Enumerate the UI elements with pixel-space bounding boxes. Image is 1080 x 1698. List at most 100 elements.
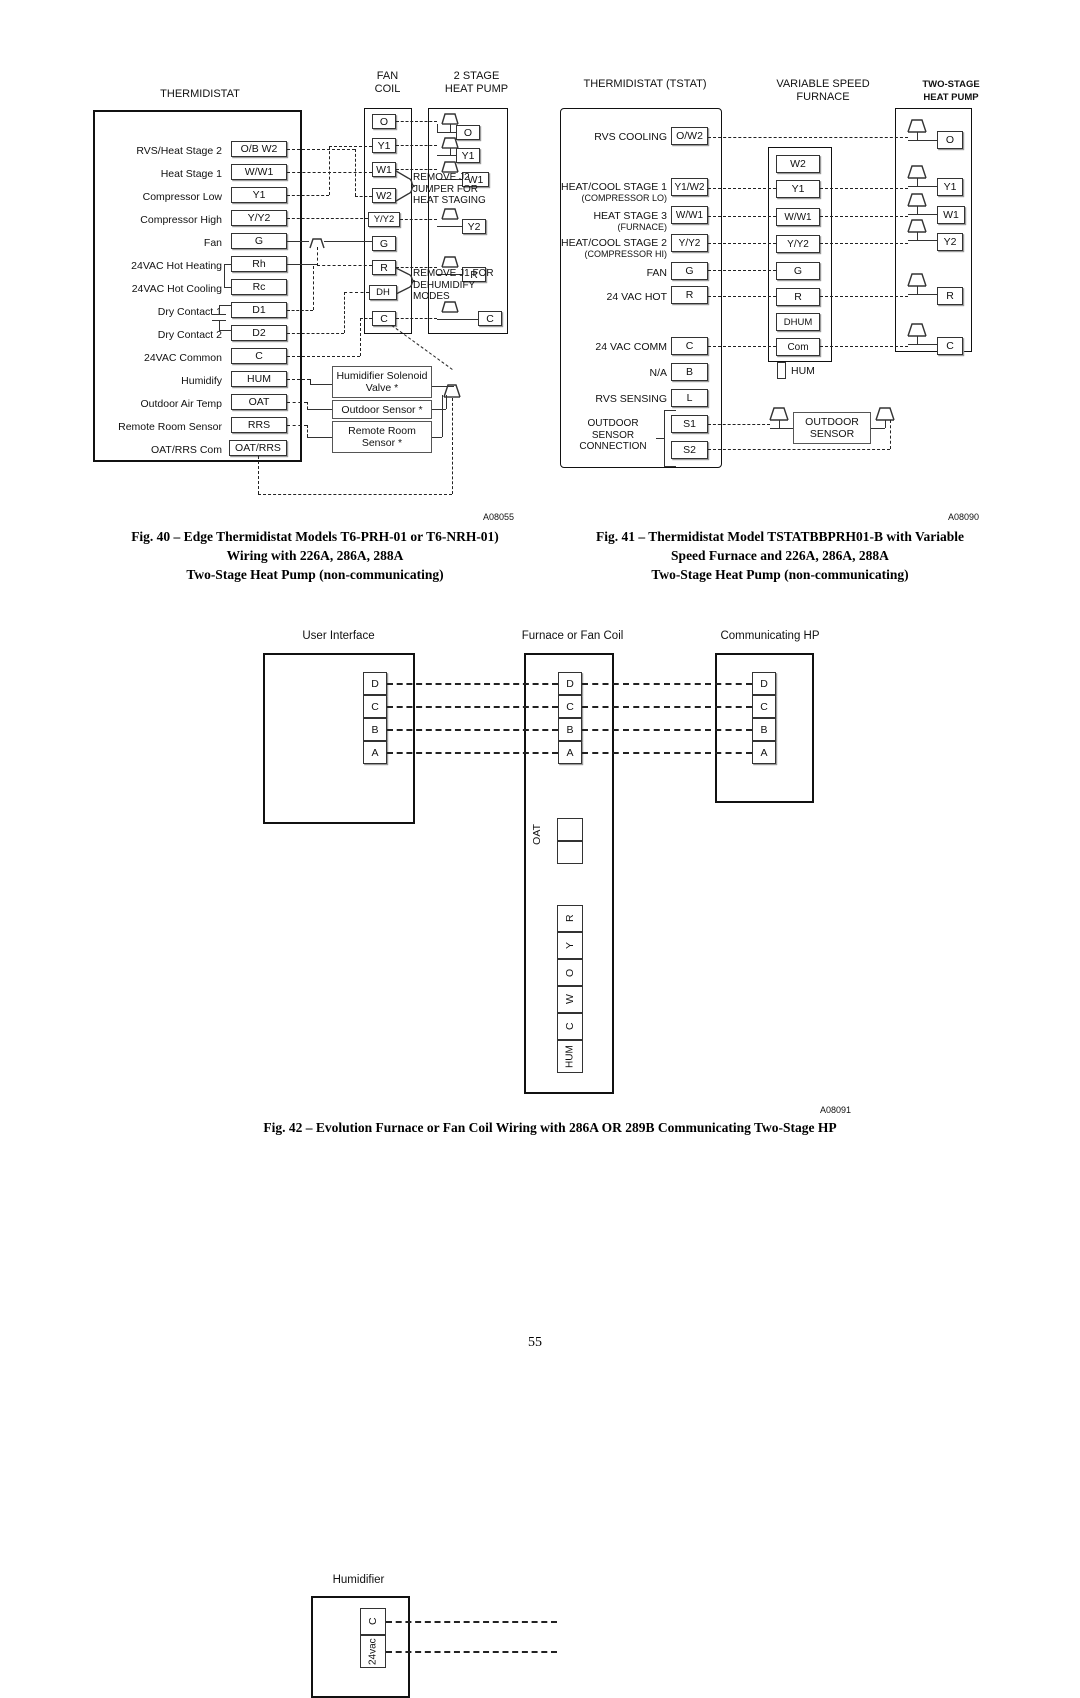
fig40-terminal[interactable]: OAT/RRS [229,440,287,456]
fig41-furnace-terminal[interactable]: Y/Y2 [776,235,820,253]
fig40-terminal[interactable]: G [231,233,287,249]
fig40-heatpump-terminal[interactable]: Y2 [462,219,486,234]
fig40-fancoil-terminal[interactable]: Y1 [372,138,396,153]
fig42-ui-terminal[interactable]: B [363,718,387,741]
fig41-furnace-terminal[interactable]: DHUM [776,313,820,331]
fig40-hp-lead [437,155,456,156]
fig42-hp-terminal[interactable]: A [752,741,776,764]
fig40-fancoil-terminal[interactable]: R [372,260,396,275]
fig40-terminal[interactable]: W/W1 [231,164,287,180]
fig41-furnace-terminal[interactable]: R [776,288,820,306]
fig41-heatpump-terminal[interactable]: O [937,131,963,149]
fig40-caption: Fig. 40 – Edge Thermidistat Models T6-PR… [131,529,499,582]
fig40-hp-riser [450,148,451,156]
fig40-wire-y1-rise [329,146,330,195]
fig40-hp-lead [437,319,462,320]
fig41-terminal[interactable]: S1 [671,415,708,433]
fig40-link-y-y2 [400,219,437,220]
fig40-id-code: A08055 [483,512,515,522]
fig41-hp-riser [917,206,918,214]
fig40-row-label: Compressor High [140,214,222,226]
fig41-terminal[interactable]: S2 [671,441,708,459]
fig41-os-right-lead [871,428,885,429]
fig42-ui-terminal[interactable]: D [363,672,387,695]
fig40-terminal[interactable]: OAT [231,394,287,410]
fig40-fancoil-terminal[interactable]: C [372,311,396,326]
fig41-heatpump-terminal[interactable]: Y2 [937,233,963,251]
fig42-ui-terminal[interactable]: C [363,695,387,718]
fig41-terminal[interactable]: R [671,286,708,304]
fig41-terminal[interactable]: Y1/W2 [671,178,708,196]
fig41-furnace-hum-terminal[interactable] [777,362,786,379]
fig40-heatpump-terminal[interactable]: C [478,311,502,326]
fig41-terminal[interactable]: Y/Y2 [671,234,708,252]
fig41-terminal[interactable]: G [671,262,708,280]
fig42-ui-terminal[interactable]: A [363,741,387,764]
fig40-terminal[interactable]: RRS [231,417,287,433]
fig42-furnace-strip-terminal[interactable]: C [557,1013,583,1040]
fig41-thermidistat-header: THERMIDISTAT (TSTAT) [583,78,707,90]
fig41-hp-riser [917,286,918,294]
fig41-osc-bracket-top [664,410,676,411]
fig40-terminal[interactable]: Y/Y2 [231,210,287,226]
fig40-fancoil-terminal[interactable]: Y/Y2 [368,212,400,227]
fig42-furnace-strip-terminal[interactable]: O [557,959,583,986]
fig42-furnace-strip-terminal[interactable]: R [557,905,583,932]
fig42-oat-terminal[interactable] [557,841,583,864]
fig40-row-label: Humidify [181,375,222,387]
fig41-terminal[interactable]: B [671,363,708,381]
fig40-terminal[interactable]: Y1 [231,187,287,203]
fig42-humidifier-terminal[interactable]: 24vac [360,1635,386,1668]
fig40-rh-rc-jumper [224,264,225,287]
fig40-terminal[interactable]: O/B W2 [231,141,287,157]
fig40-wire-dh [344,292,369,293]
fig41-terminal[interactable]: C [671,337,708,355]
fig41-terminal[interactable]: W/W1 [671,206,708,224]
fig41-osc-bracket-bot [664,466,676,467]
fig40-fancoil-terminal[interactable]: W1 [372,162,396,177]
fig40-accessory-box: Remote Room Sensor * [332,421,432,453]
fig42-bus-d-left [387,683,558,685]
fig41-wire-w-w1-left [708,216,776,217]
fig41-heatpump-terminal[interactable]: R [937,287,963,305]
fig40-fancoil-terminal[interactable]: DH [369,285,397,300]
fig40-terminal[interactable]: D2 [231,325,287,341]
fig40-terminal[interactable]: D1 [231,302,287,318]
fig42-furnace-strip-terminal[interactable]: HUM [557,1040,583,1073]
fig42-hp-terminal[interactable]: B [752,718,776,741]
fig40-terminal[interactable]: Rc [231,279,287,295]
fig42-furnace-comm-terminal[interactable]: A [558,741,582,764]
fig42-furnace-comm-terminal[interactable]: D [558,672,582,695]
fig41-row-sublabel: (COMPRESSOR LO) [581,193,667,203]
fig42-humidifier-terminal[interactable]: C [360,1608,386,1635]
fig41-furnace-terminal[interactable]: Com [776,338,820,356]
fig42-furnace-strip-terminal[interactable]: W [557,986,583,1013]
fig40-fancoil-terminal[interactable]: O [372,114,396,129]
fig41-furnace-terminal[interactable]: W/W1 [776,208,820,226]
fig42-furnace-strip-terminal[interactable]: Y [557,932,583,959]
fig41-furnace-terminal[interactable]: G [776,262,820,280]
fig41-heatpump-terminal[interactable]: W1 [937,206,965,224]
fig40-wire-d2-rise [344,292,345,333]
fig42-hp-terminal[interactable]: D [752,672,776,695]
fig41-row-label: FAN [646,267,667,279]
fig40-wirenut-icon [437,300,463,318]
fig41-furnace-terminal[interactable]: W2 [776,155,820,173]
fig42-furnace-comm-terminal[interactable]: C [558,695,582,718]
fig41-furnace-terminal[interactable]: Y1 [776,180,820,198]
document-page: THERMIDISTAT FAN COIL 2 STAGE HEAT PUMP … [0,0,1080,1698]
fig42-hp-terminal[interactable]: C [752,695,776,718]
fig41-wire-g [708,270,776,271]
fig40-terminal[interactable]: Rh [231,256,287,272]
fig42-oat-terminal[interactable] [557,818,583,841]
fig41-heatpump-terminal[interactable]: C [937,337,963,355]
fig41-terminal[interactable]: O/W2 [671,127,708,145]
fig40-terminal[interactable]: HUM [231,371,287,387]
fig41-wire-w-w1-right [820,216,908,217]
fig40-terminal[interactable]: C [231,348,287,364]
fig40-fancoil-terminal[interactable]: G [372,236,396,251]
fig41-terminal[interactable]: L [671,389,708,407]
fig41-heatpump-terminal[interactable]: Y1 [937,178,963,196]
fig42-furnace-comm-terminal[interactable]: B [558,718,582,741]
fig40-fancoil-terminal[interactable]: W2 [372,188,396,203]
